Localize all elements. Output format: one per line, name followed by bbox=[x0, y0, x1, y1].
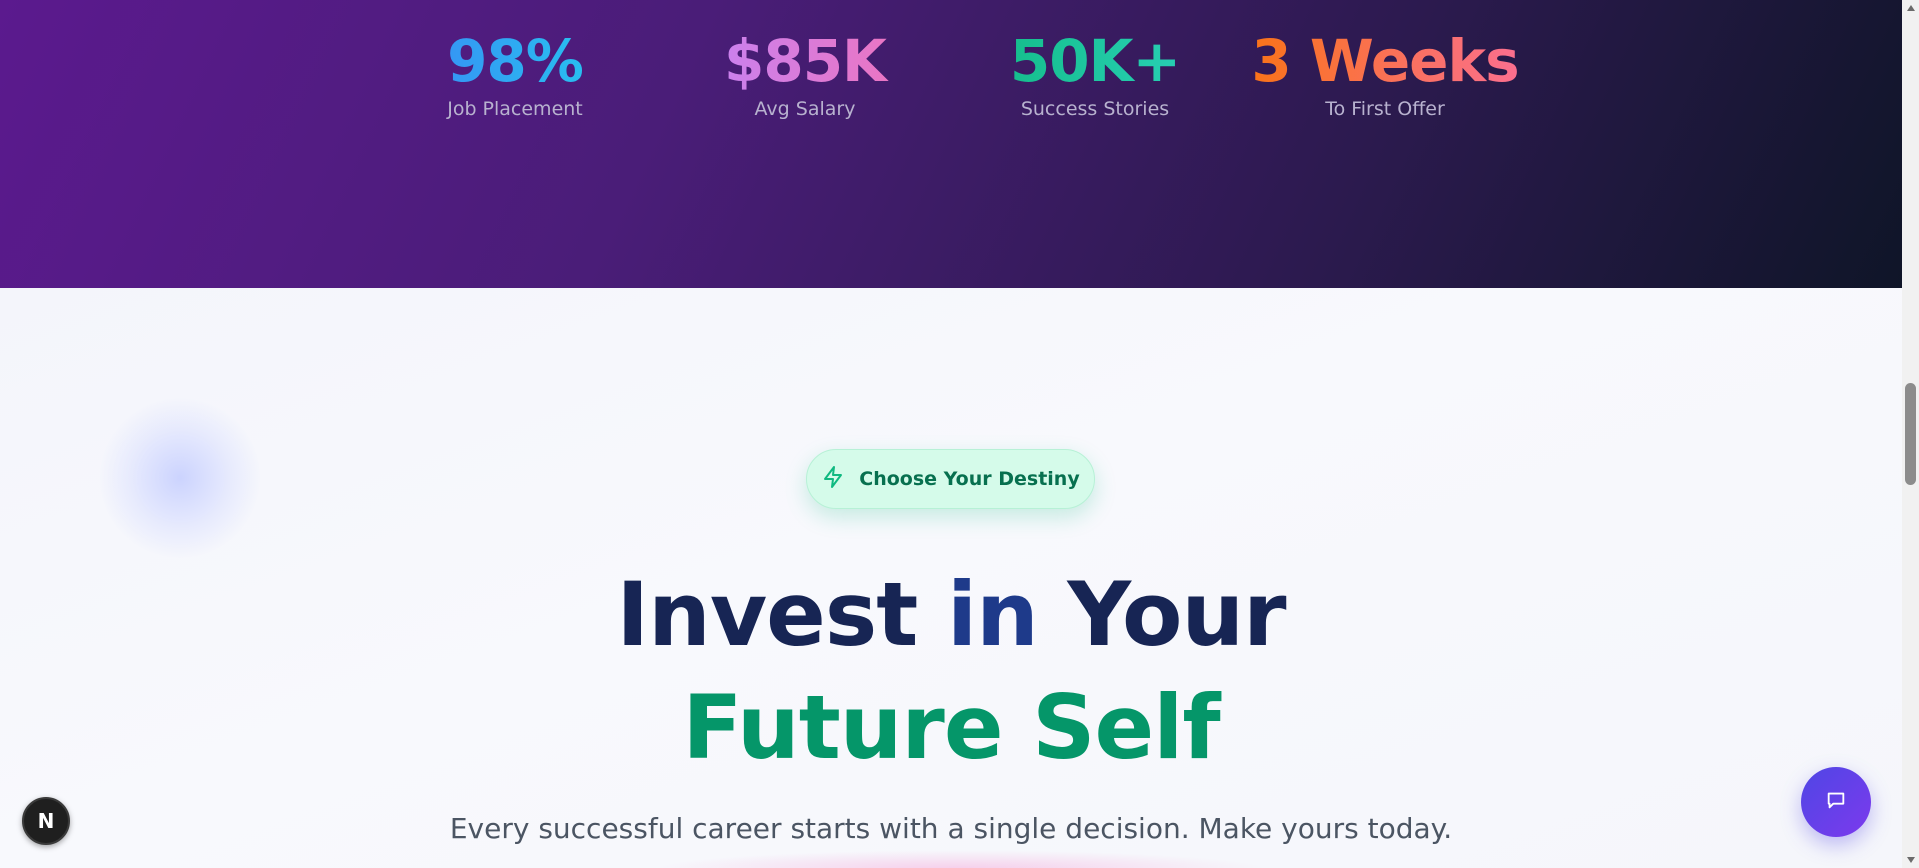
n-badge-label: N bbox=[37, 809, 55, 833]
headline-accent-word: in bbox=[946, 563, 1039, 666]
n-badge-button[interactable]: N bbox=[22, 797, 70, 845]
stat-value: 3 Weeks bbox=[1245, 26, 1525, 96]
scrollbar-thumb[interactable] bbox=[1905, 383, 1916, 485]
stat-label: Avg Salary bbox=[754, 98, 856, 120]
chat-button[interactable] bbox=[1801, 767, 1871, 837]
stats-band: 98% Job Placement $85K Avg Salary 50K+ S… bbox=[0, 0, 1902, 288]
hero-section: Choose Your Destiny Invest in Your Futur… bbox=[0, 288, 1902, 868]
lightning-icon bbox=[821, 465, 845, 494]
scroll-down-arrow-icon[interactable] bbox=[1902, 852, 1919, 868]
scroll-up-arrow-icon[interactable] bbox=[1902, 0, 1919, 16]
stat-job-placement: 98% Job Placement bbox=[375, 26, 655, 120]
stat-first-offer: 3 Weeks To First Offer bbox=[1245, 26, 1525, 120]
choose-destiny-badge[interactable]: Choose Your Destiny bbox=[806, 449, 1095, 509]
headline-word: Invest bbox=[616, 563, 947, 666]
stat-label: Success Stories bbox=[1020, 98, 1170, 120]
decorative-blob bbox=[100, 398, 260, 558]
headline-line-1: Invest in Your bbox=[0, 565, 1902, 665]
headline-word: Your bbox=[1037, 563, 1286, 666]
chat-icon bbox=[1825, 789, 1847, 815]
stat-value: $85K bbox=[665, 26, 945, 96]
decorative-glow bbox=[650, 850, 1270, 868]
badge-label: Choose Your Destiny bbox=[859, 468, 1080, 490]
stat-label: To First Offer bbox=[1325, 98, 1445, 120]
stat-label: Job Placement bbox=[447, 98, 583, 120]
headline-line-2: Future Self bbox=[682, 676, 1220, 779]
stat-value: 98% bbox=[375, 26, 655, 96]
vertical-scrollbar[interactable] bbox=[1902, 0, 1919, 868]
stat-success-stories: 50K+ Success Stories bbox=[955, 26, 1235, 120]
page-viewport: 98% Job Placement $85K Avg Salary 50K+ S… bbox=[0, 0, 1902, 868]
hero-subtitle: Every successful career starts with a si… bbox=[449, 812, 1453, 845]
stat-value: 50K+ bbox=[955, 26, 1235, 96]
stat-avg-salary: $85K Avg Salary bbox=[665, 26, 945, 120]
